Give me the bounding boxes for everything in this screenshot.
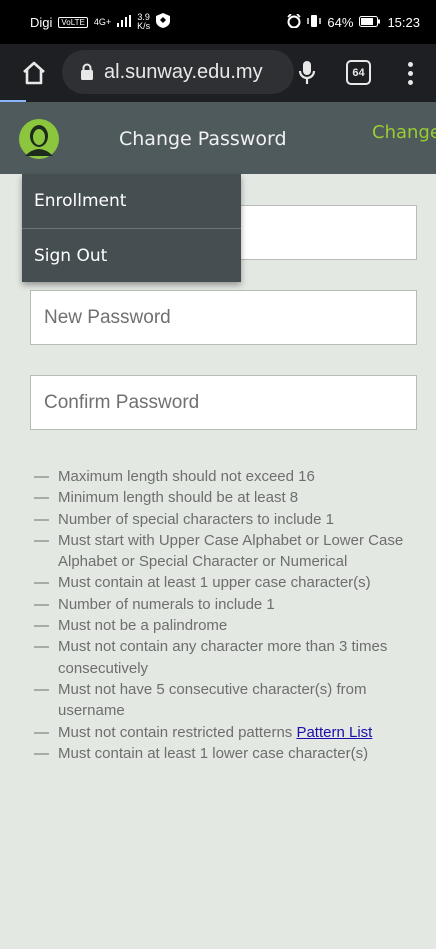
user-avatar-icon	[19, 119, 59, 159]
more-dot-icon	[407, 79, 413, 85]
new-password-field[interactable]	[30, 290, 417, 345]
browser-toolbar: al.sunway.edu.my 64	[0, 44, 436, 102]
menu-item-enrollment[interactable]: Enrollment	[22, 174, 241, 228]
list-item: — Must not contain restricted patterns Pa…	[34, 723, 373, 741]
shield-icon	[156, 13, 171, 31]
status-right: 64% 15:23	[287, 12, 420, 31]
voice-search-button[interactable]	[290, 56, 324, 90]
list-item: — Must contain at least 1 lower case char…	[34, 744, 369, 762]
microphone-icon	[298, 61, 316, 84]
list-item: — Number of numerals to include 1	[34, 595, 275, 613]
change-button[interactable]: Change	[372, 122, 436, 143]
speed-unit: K/s	[137, 21, 151, 31]
list-item: — Minimum length should be at least 8	[34, 489, 299, 507]
user-dropdown-menu: Enrollment Sign Out	[22, 174, 241, 282]
more-dot-icon	[407, 61, 413, 67]
alarm-icon	[287, 12, 302, 31]
password-rules-list: — Maximum length should not exceed 16 — Mi…	[34, 466, 426, 764]
list-item: — Must not have 5 consecutive character(s…	[34, 680, 367, 720]
more-menu-button[interactable]	[398, 56, 422, 90]
status-bar: Digi VoLTE 4G+ 3.9 K/s 64% 15:23	[0, 0, 436, 44]
pattern-list-link[interactable]: Pattern List	[296, 724, 372, 741]
battery-icon	[359, 15, 381, 30]
carrier-name: Digi	[30, 14, 53, 30]
list-item: — Must start with Upper Case Alphabet or …	[34, 531, 404, 571]
home-icon	[23, 61, 45, 85]
more-dot-icon	[407, 70, 413, 76]
status-left: Digi VoLTE 4G+ 3.9 K/s	[30, 13, 171, 31]
vibrate-icon	[307, 14, 322, 30]
network-speed: 3.9 K/s	[137, 13, 150, 31]
list-item: — Must not contain any character more tha…	[34, 638, 388, 677]
list-item: — Number of special characters to include…	[34, 510, 334, 528]
menu-item-sign-out[interactable]: Sign Out	[22, 228, 241, 282]
list-item: — Maximum length should not exceed 16	[34, 468, 315, 485]
network-type: 4G+	[93, 16, 112, 27]
confirm-password-field[interactable]	[30, 375, 417, 430]
url-text: al.sunway.edu.my	[104, 60, 263, 83]
address-bar[interactable]: al.sunway.edu.my	[62, 50, 294, 94]
page-title: Change Password	[119, 128, 287, 150]
clock-time: 15:23	[387, 14, 420, 30]
list-item: — Must not be a palindrome	[34, 617, 228, 635]
app-header: Change Password Change	[0, 102, 436, 174]
volte-badge: VoLTE	[58, 16, 88, 28]
home-button[interactable]	[18, 57, 50, 89]
list-item: — Must contain at least 1 upper case char…	[34, 574, 371, 592]
tab-switcher-button[interactable]: 64	[346, 60, 371, 85]
lock-icon	[81, 63, 93, 80]
avatar[interactable]	[18, 118, 60, 160]
signal-icon	[117, 14, 132, 30]
battery-percent: 64%	[327, 14, 354, 30]
